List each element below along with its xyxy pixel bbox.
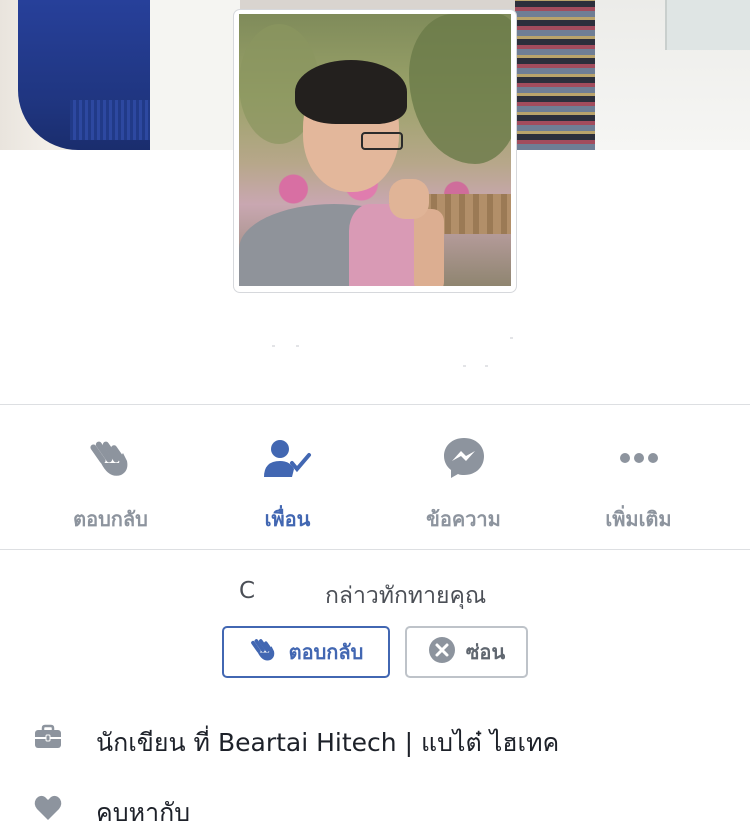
cover-glass: [665, 0, 750, 50]
profile-name-area: [0, 292, 750, 404]
wave-back-label: ตอบกลับ: [288, 640, 364, 664]
greeting-sender-initial: C: [239, 578, 256, 604]
friends-check-icon: [194, 435, 381, 483]
hide-button[interactable]: ซ่อน: [405, 626, 528, 678]
briefcase-icon: [33, 723, 63, 753]
action-label: เพิ่มเติม: [605, 507, 672, 531]
action-label: ตอบกลับ: [73, 507, 148, 531]
name-placeholder-mark: [296, 345, 299, 347]
avatar-hair: [295, 60, 407, 124]
action-friends[interactable]: เพื่อน: [194, 405, 381, 550]
avatar-glasses: [361, 132, 403, 150]
profile-picture[interactable]: [234, 10, 516, 292]
action-label: เพื่อน: [264, 507, 311, 531]
intro-work-text: นักเขียน ที่ Beartai Hitech | แบไต๋ ไฮเท…: [96, 728, 560, 757]
action-more[interactable]: เพิ่มเติม: [545, 405, 732, 550]
name-placeholder-mark: [463, 365, 466, 367]
avatar-bg-tree: [409, 14, 511, 164]
action-message[interactable]: ข้อความ: [370, 405, 557, 550]
wave-icon: [249, 635, 279, 670]
wave-back-button[interactable]: ตอบกลับ: [222, 626, 390, 678]
avatar-arm: [414, 209, 444, 286]
hide-label: ซ่อน: [465, 640, 506, 664]
wave-icon: [17, 435, 204, 483]
close-circle-icon: [428, 636, 456, 669]
heart-icon: [33, 793, 63, 823]
cover-dress: [515, 0, 595, 150]
cover-shirt: [150, 0, 240, 150]
avatar-hand: [389, 179, 429, 219]
messenger-icon: [370, 435, 557, 483]
profile-actions: ตอบกลับ เพื่อน ข้อความ เพิ่มเติม: [0, 405, 750, 550]
name-placeholder-mark: [485, 365, 488, 367]
divider: [0, 549, 750, 550]
name-placeholder-mark: [510, 337, 513, 339]
action-label: ข้อความ: [426, 507, 501, 531]
name-placeholder-mark: [272, 345, 275, 347]
intro-relationship-row[interactable]: คบหากับ: [0, 783, 750, 833]
intro-work-row[interactable]: นักเขียน ที่ Beartai Hitech | แบไต๋ ไฮเท…: [0, 713, 750, 763]
intro-relationship-text: คบหากับ: [96, 798, 191, 827]
avatar: [239, 14, 511, 286]
greeting-text: กล่าวทักทายคุณ: [325, 583, 487, 609]
action-wave-back[interactable]: ตอบกลับ: [17, 405, 204, 550]
more-dots-icon: [545, 435, 732, 483]
